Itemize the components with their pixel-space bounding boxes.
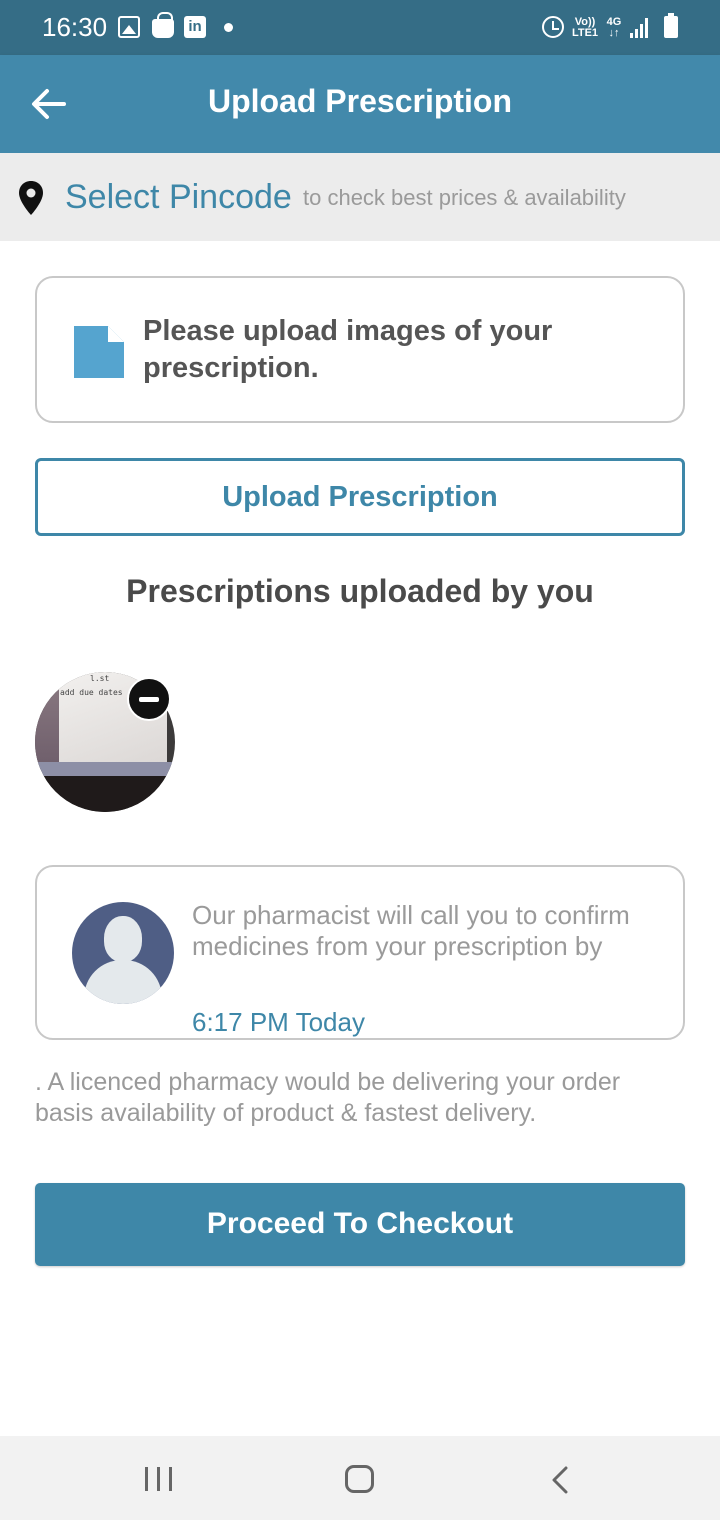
signal-icon	[630, 18, 652, 38]
callback-time: 6:17 PM Today	[192, 1007, 365, 1037]
battery-icon	[664, 13, 678, 38]
avatar-body	[84, 960, 162, 1004]
recent-apps-icon[interactable]	[145, 1467, 173, 1491]
avatar-head	[104, 916, 142, 962]
location-pin-icon	[19, 181, 43, 215]
status-time: 16:30	[42, 12, 108, 42]
thumbnail-strip	[35, 762, 175, 776]
uploaded-prescriptions-heading: Prescriptions uploaded by you	[126, 573, 594, 609]
pharmacist-message: Our pharmacist will call you to confirm …	[192, 900, 630, 961]
status-bar: 16:30 in Vo)) LTE1 4G ↓↑	[0, 0, 720, 55]
4g-icon: 4G ↓↑	[604, 17, 624, 39]
pharmacist-call-card: Our pharmacist will call you to confirm …	[35, 865, 685, 1040]
upload-info-card: Please upload images of your prescriptio…	[35, 276, 685, 423]
thumbnail-text-1: l.st	[90, 674, 110, 683]
pincode-hint: to check best prices & availability	[303, 185, 626, 210]
nav-back-icon[interactable]	[548, 1466, 576, 1494]
page-title: Upload Prescription	[207, 83, 513, 119]
pincode-bar[interactable]: Select Pincode to check best prices & av…	[0, 153, 720, 241]
remove-prescription-icon[interactable]	[127, 677, 171, 721]
app-bar: Upload Prescription	[0, 55, 720, 153]
upload-prescription-button[interactable]: Upload Prescription	[35, 458, 685, 536]
select-pincode-link[interactable]: Select Pincode	[65, 178, 292, 217]
thumbnail-text-2: add due dates	[60, 688, 123, 697]
network-bottom-text: ↓↑	[608, 27, 620, 39]
system-nav-bar	[0, 1436, 720, 1520]
licence-note: . A licenced pharmacy would be deliverin…	[35, 1068, 621, 1127]
notification-dot-icon	[224, 23, 233, 32]
proceed-to-checkout-button[interactable]: Proceed To Checkout	[35, 1183, 685, 1266]
thumbnail-edge	[35, 672, 59, 772]
pharmacist-avatar-icon	[72, 902, 174, 1004]
document-icon	[74, 326, 124, 378]
shopping-bag-icon	[152, 12, 174, 38]
gallery-icon	[118, 16, 140, 38]
upload-info-text: Please upload images of your prescriptio…	[143, 315, 553, 384]
thumbnail-base	[35, 776, 175, 812]
volte-bottom-text: LTE1	[571, 27, 599, 39]
linkedin-icon: in	[184, 16, 206, 38]
home-icon[interactable]	[345, 1465, 374, 1493]
alarm-icon	[542, 16, 564, 38]
volte-icon: Vo)) LTE1	[570, 17, 600, 39]
